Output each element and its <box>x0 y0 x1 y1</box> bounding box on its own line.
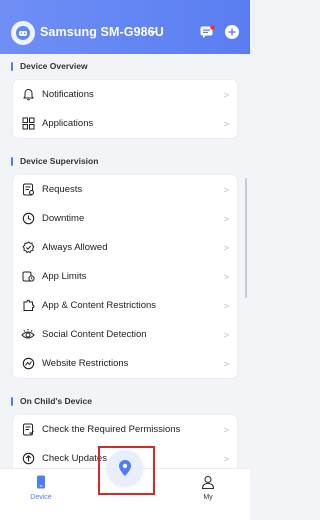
puzzle-icon <box>21 299 35 313</box>
chevron-right-icon: > <box>223 89 229 100</box>
menu-item-applications[interactable]: Applications > <box>13 109 237 138</box>
menu-item-downtime[interactable]: Downtime > <box>13 204 237 233</box>
device-name[interactable]: Samsung SM-G986U <box>40 25 164 39</box>
bell-icon <box>21 88 35 102</box>
menu-item-label: Applications <box>42 118 94 129</box>
menu-item-check-required-permissions[interactable]: Check the Required Permissions > <box>13 415 237 444</box>
menu-item-label: Always Allowed <box>42 242 108 253</box>
menu-item-label: Notifications <box>42 89 94 100</box>
clock-icon <box>21 212 35 226</box>
menu-item-notifications[interactable]: Notifications > <box>13 80 237 109</box>
requests-icon <box>21 183 35 197</box>
chevron-right-icon: > <box>223 358 229 369</box>
menu-item-label: Social Content Detection <box>42 329 147 340</box>
chevron-right-icon: > <box>223 271 229 282</box>
menu-item-requests[interactable]: Requests > <box>13 175 237 204</box>
permissions-icon <box>21 423 35 437</box>
app-limits-icon <box>21 270 35 284</box>
tab-device[interactable]: Device <box>21 475 61 501</box>
menu-item-social-content-detection[interactable]: Social Content Detection > <box>13 320 237 349</box>
section-title-on-childs-device: On Child's Device <box>11 396 92 406</box>
section-title-device-overview: Device Overview <box>11 61 88 71</box>
tab-my[interactable]: My <box>188 475 228 501</box>
chevron-right-icon: > <box>223 329 229 340</box>
menu-item-label: Downtime <box>42 213 85 224</box>
grid-icon <box>21 117 35 131</box>
menu-item-label: App Limits <box>42 271 87 282</box>
check-badge-icon <box>21 241 35 255</box>
chevron-right-icon: > <box>223 118 229 129</box>
chevron-right-icon: > <box>223 184 229 195</box>
menu-item-app-content-restrictions[interactable]: App & Content Restrictions > <box>13 291 237 320</box>
message-button[interactable] <box>200 25 215 39</box>
menu-item-label: Website Restrictions <box>42 358 129 369</box>
device-supervision-card: Requests > Downtime > Always Allowed > A… <box>12 174 238 379</box>
scrollbar[interactable] <box>245 178 247 298</box>
menu-item-website-restrictions[interactable]: Website Restrictions > <box>13 349 237 378</box>
chevron-right-icon: > <box>223 424 229 435</box>
tab-label: My <box>203 494 213 501</box>
chevron-down-icon[interactable] <box>150 31 156 35</box>
menu-item-label: App & Content Restrictions <box>42 300 157 311</box>
app-header: Samsung SM-G986U <box>0 0 250 54</box>
message-icon <box>200 25 215 38</box>
section-title-device-supervision: Device Supervision <box>11 156 98 166</box>
plus-icon <box>228 28 236 36</box>
chevron-right-icon: > <box>223 453 229 464</box>
menu-item-label: Check the Required Permissions <box>42 424 181 435</box>
location-button[interactable] <box>107 450 143 486</box>
device-avatar[interactable] <box>11 21 35 45</box>
upload-icon <box>21 452 35 466</box>
android-robot-icon <box>16 26 30 40</box>
menu-item-app-limits[interactable]: App Limits > <box>13 262 237 291</box>
menu-item-always-allowed[interactable]: Always Allowed > <box>13 233 237 262</box>
globe-icon <box>21 357 35 371</box>
phone-icon <box>37 475 45 489</box>
location-pin-icon <box>119 460 131 476</box>
device-overview-card: Notifications > Applications > <box>12 79 238 139</box>
chevron-right-icon: > <box>223 242 229 253</box>
person-icon <box>201 475 215 489</box>
tab-label: Device <box>30 494 52 501</box>
add-device-button[interactable] <box>225 25 239 39</box>
chevron-right-icon: > <box>223 213 229 224</box>
chevron-right-icon: > <box>223 300 229 311</box>
eye-icon <box>21 328 35 342</box>
menu-item-label: Requests <box>42 184 83 195</box>
menu-item-label: Check Updates <box>42 453 107 464</box>
